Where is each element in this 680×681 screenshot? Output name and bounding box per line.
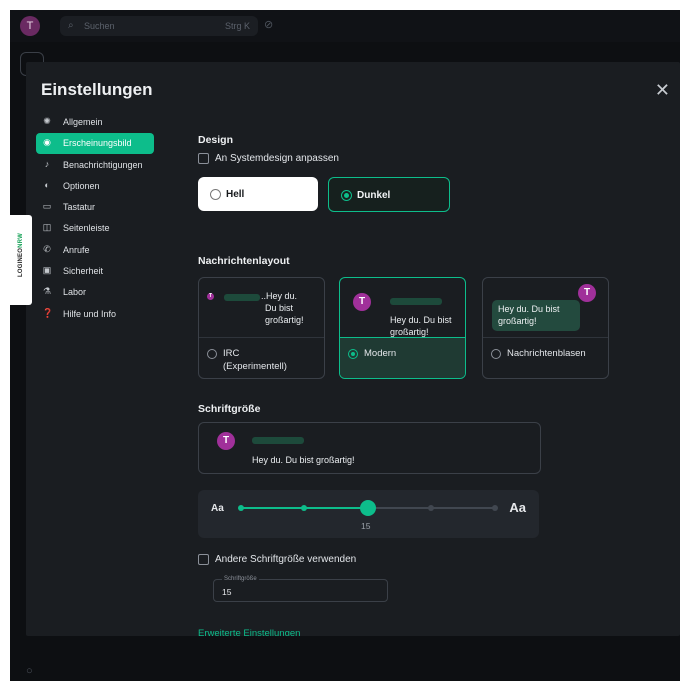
flask-icon: ⚗ — [42, 286, 52, 297]
nav-item-options[interactable]: ◐ Optionen — [36, 176, 154, 197]
nav-item-notifications[interactable]: ♪ Benachrichtigungen — [36, 155, 154, 176]
gear-icon: ✺ — [43, 116, 51, 126]
layout-modern-radio[interactable] — [348, 349, 358, 359]
use-other-fontsize-label: Andere Schriftgröße verwenden — [215, 554, 357, 566]
layout-heading: Nachrichtenlayout — [198, 255, 290, 267]
system-theme-checkbox[interactable] — [198, 153, 209, 164]
slider-tick[interactable] — [238, 505, 244, 511]
bubbles-avatar: T — [578, 284, 596, 302]
search-placeholder: Suchen — [84, 21, 115, 31]
advanced-settings-link[interactable]: Erweiterte Einstellungen — [198, 628, 300, 636]
preview-sender-name — [252, 437, 304, 444]
fontsize-field-value[interactable]: 15 — [222, 587, 231, 597]
irc-prefix: ..Hey du. — [261, 291, 298, 301]
layout-irc-option[interactable]: T ..Hey du. Du bist großartig! IRC (Expe… — [198, 277, 325, 379]
layout-bubbles-radio[interactable] — [491, 349, 501, 359]
use-other-fontsize-checkbox[interactable] — [198, 554, 209, 565]
use-other-fontsize-row[interactable]: Andere Schriftgröße verwenden — [198, 554, 356, 565]
appearance-panel: Design An Systemdesign anpassen Hell Dun… — [198, 62, 668, 636]
theme-dark-option[interactable]: Dunkel — [328, 177, 450, 212]
modern-sender-name — [390, 298, 442, 305]
explore-icon[interactable]: ⊘ — [264, 18, 273, 31]
fontsize-slider-panel: Aa 15 Aa — [198, 490, 539, 538]
design-heading: Design — [198, 134, 234, 146]
modern-avatar: T — [353, 293, 371, 311]
nav-item-appearance[interactable]: ◉ Erscheinungsbild — [36, 133, 154, 155]
lock-icon: ▣ — [42, 265, 52, 276]
eye-icon: ◉ — [43, 137, 51, 148]
fontsize-field-label: Schriftgröße — [222, 576, 259, 582]
irc-sender-name — [224, 294, 260, 301]
sidebar-icon: ◫ — [42, 222, 52, 233]
bell-icon: ♪ — [44, 158, 50, 169]
nav-item-calls[interactable]: ✆ Anrufe — [36, 240, 154, 261]
slider-tick[interactable] — [428, 505, 434, 511]
fontsize-large-label: Aa — [509, 500, 526, 515]
fontsize-preview: T Hey du. Du bist großartig! — [198, 422, 541, 474]
fontsize-slider-value: 15 — [361, 521, 371, 531]
layout-modern-label: Modern — [364, 348, 397, 359]
toggle-icon: ◐ — [44, 179, 50, 190]
fontsize-slider-knob[interactable] — [360, 500, 376, 516]
fontsize-field[interactable]: Schriftgröße 15 — [213, 576, 388, 602]
irc-avatar: T — [207, 293, 214, 300]
user-avatar[interactable]: T — [20, 16, 40, 36]
keyboard-icon: ▭ — [42, 201, 52, 212]
irc-footer: IRC (Experimentell) — [199, 337, 324, 378]
modern-message: Hey du. Du bist großartig! — [390, 315, 452, 337]
search-shortcut: Strg K — [224, 21, 250, 31]
slider-tick[interactable] — [492, 505, 498, 511]
preview-avatar: T — [217, 432, 235, 450]
search-box[interactable]: ⌕ Suchen Strg K — [60, 16, 258, 36]
quick-settings-icon[interactable]: ○ — [26, 665, 33, 677]
logineo-logo: LOGINEONRW — [18, 233, 24, 277]
theme-light-label: Hell — [226, 189, 245, 200]
theme-dark-label: Dunkel — [357, 190, 391, 201]
layout-irc-radio[interactable] — [207, 349, 217, 359]
nav-item-general[interactable]: ✺ Allgemein — [36, 112, 154, 133]
layout-irc-label: IRC (Experimentell) — [223, 348, 287, 372]
settings-nav: ✺ Allgemein ◉ Erscheinungsbild ♪ Benachrich… — [36, 112, 154, 325]
preview-message: Hey du. Du bist großartig! — [252, 455, 355, 465]
nav-item-help[interactable]: ❓ Hilfe und Info — [36, 304, 154, 325]
fontsize-small-label: Aa — [211, 503, 224, 514]
layout-bubbles-option[interactable]: T Hey du. Du bist großartig! Nachrichten… — [482, 277, 609, 379]
system-theme-label: An Systemdesign anpassen — [215, 153, 339, 165]
search-icon: ⌕ — [68, 20, 74, 31]
theme-light-radio[interactable] — [210, 189, 221, 200]
bubbles-footer: Nachrichtenblasen — [483, 337, 608, 378]
modern-footer: Modern — [340, 337, 465, 378]
system-theme-row[interactable]: An Systemdesign anpassen — [198, 153, 339, 164]
layout-modern-option[interactable]: T Hey du. Du bist großartig! Modern — [339, 277, 466, 379]
nav-item-security[interactable]: ▣ Sicherheit — [36, 261, 154, 282]
irc-message-rest: Du bist großartig! — [265, 303, 304, 325]
nav-item-labs[interactable]: ⚗ Labor — [36, 282, 154, 303]
help-icon: ❓ — [42, 307, 54, 318]
slider-tick[interactable] — [301, 505, 307, 511]
fontsize-heading: Schriftgröße — [198, 403, 261, 415]
layout-bubbles-label: Nachrichtenblasen — [507, 348, 586, 359]
settings-dialog: Einstellungen ✕ ✺ Allgemein ◉ Erscheinungs… — [26, 62, 680, 636]
bubbles-message: Hey du. Du bist großartig! — [492, 300, 580, 331]
nav-item-sidebar[interactable]: ◫ Seitenleiste — [36, 218, 154, 239]
phone-icon: ✆ — [43, 243, 51, 254]
logineo-badge: LOGINEONRW — [10, 215, 32, 305]
app-window: T ⌕ Suchen Strg K ⊘ ○ Einstellungen ✕ ✺ A… — [10, 10, 680, 681]
dialog-title: Einstellungen — [41, 80, 153, 99]
theme-dark-radio[interactable] — [341, 190, 352, 201]
theme-light-option[interactable]: Hell — [198, 177, 318, 211]
nav-item-keyboard[interactable]: ▭ Tastatur — [36, 197, 154, 218]
app-topbar: T ⌕ Suchen Strg K ⊘ — [10, 10, 680, 42]
